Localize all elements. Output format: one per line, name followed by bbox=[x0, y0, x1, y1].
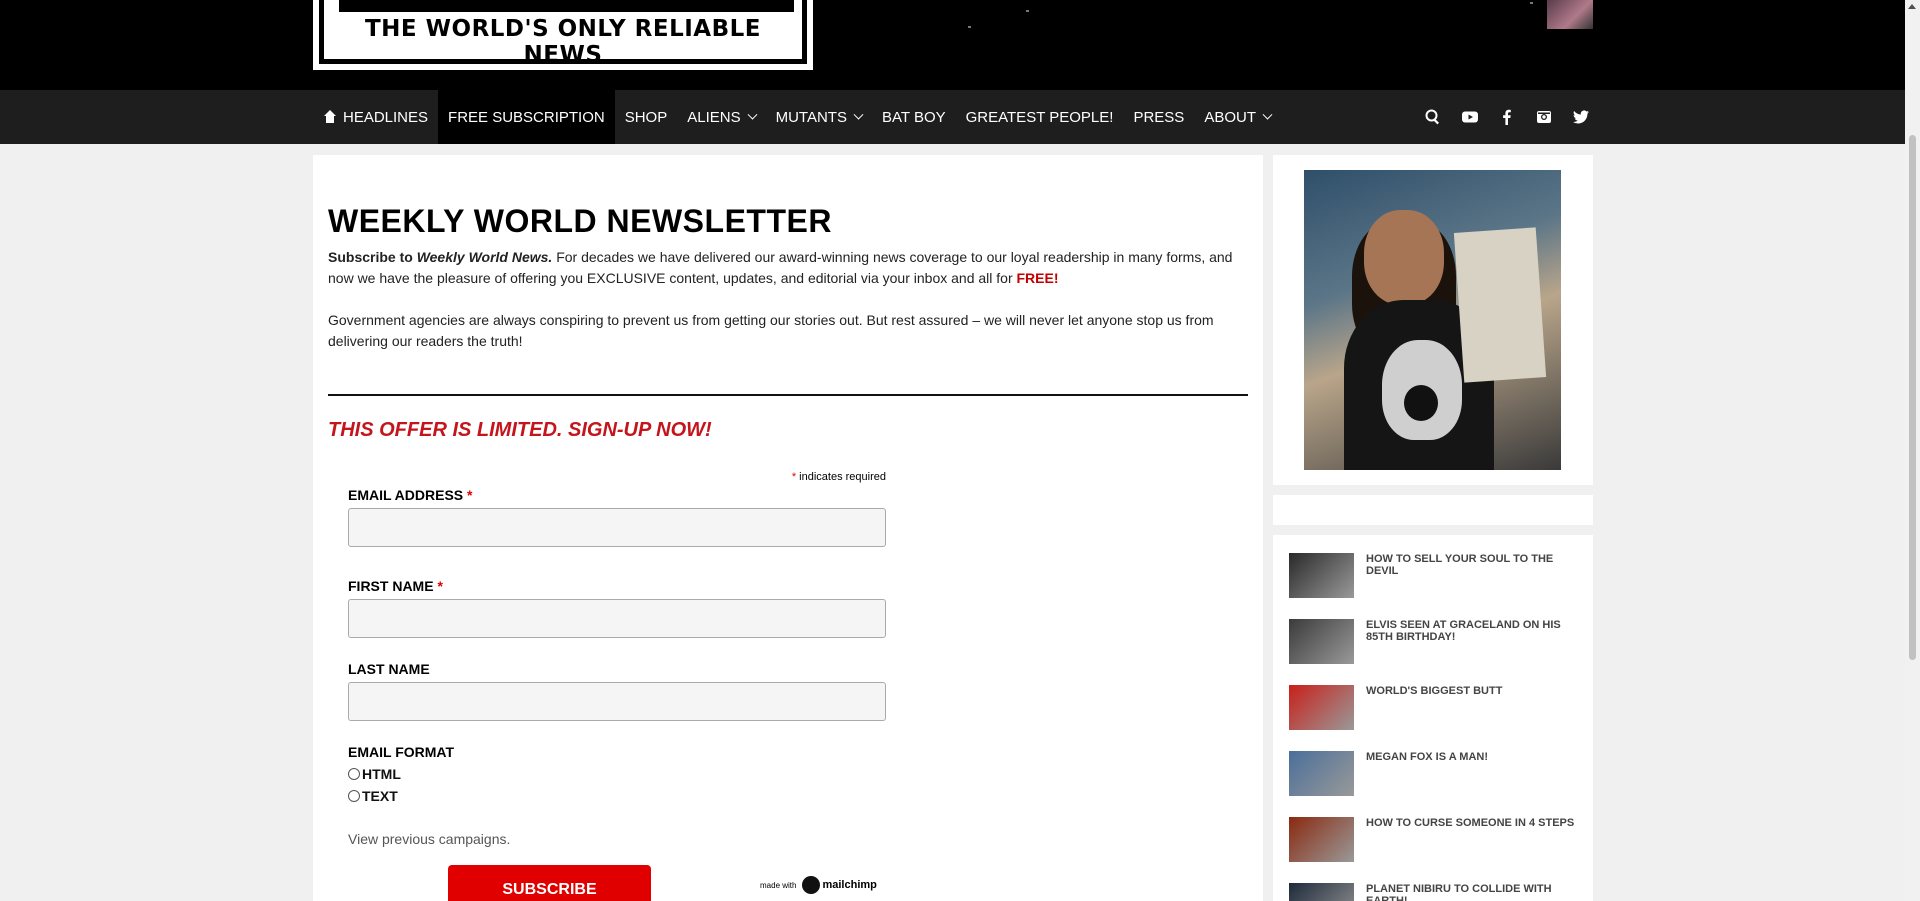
nav-item-label: ALIENS bbox=[687, 108, 741, 126]
free-highlight: FREE! bbox=[1016, 270, 1059, 286]
nav-item-label: MUTANTS bbox=[775, 108, 847, 126]
nav-item-about[interactable]: ABOUT bbox=[1194, 90, 1281, 144]
header-background-art bbox=[950, 0, 1550, 40]
chevron-down-icon bbox=[747, 109, 758, 120]
radio-html[interactable] bbox=[348, 768, 360, 780]
nav-menu: HEADLINES FREE SUBSCRIPTION SHOP ALIENS MUTA… bbox=[313, 90, 1281, 144]
nav-item-label: GREATEST PEOPLE! bbox=[965, 108, 1114, 126]
intro-paragraph-1: Subscribe to Weekly World News. For deca… bbox=[328, 247, 1248, 289]
intro-text: Subscribe to Weekly World News. For deca… bbox=[328, 247, 1248, 352]
previous-campaigns-link[interactable]: View previous campaigns. bbox=[348, 831, 510, 847]
headline-item[interactable]: PLANET NIBIRU TO COLLIDE WITH EARTH! bbox=[1289, 883, 1589, 901]
sidebar-spacer-box bbox=[1273, 495, 1593, 525]
headline-item[interactable]: HOW TO CURSE SOMEONE IN 4 STEPS bbox=[1289, 817, 1589, 867]
format-option-text[interactable]: TEXT bbox=[348, 788, 398, 804]
format-option-html[interactable]: HTML bbox=[348, 766, 401, 782]
chevron-down-icon bbox=[853, 109, 864, 120]
first-name-label: FIRST NAME * bbox=[348, 578, 443, 594]
nav-item-free-subscription[interactable]: FREE SUBSCRIPTION bbox=[438, 90, 615, 144]
headline-thumbnail[interactable] bbox=[1289, 883, 1354, 901]
sidebar-headlines: HOW TO SELL YOUR SOUL TO THE DEVIL ELVIS … bbox=[1273, 535, 1593, 901]
nav-item-label: FREE SUBSCRIPTION bbox=[448, 108, 605, 126]
first-name-input[interactable] bbox=[348, 599, 886, 638]
section-divider bbox=[328, 394, 1248, 396]
nav-item-press[interactable]: PRESS bbox=[1123, 90, 1194, 144]
intro-paragraph-2: Government agencies are always conspirin… bbox=[328, 312, 1214, 349]
main-navigation: HEADLINES FREE SUBSCRIPTION SHOP ALIENS MUTA… bbox=[0, 90, 1905, 144]
headline-title[interactable]: PLANET NIBIRU TO COLLIDE WITH EARTH! bbox=[1366, 883, 1586, 901]
twitter-icon[interactable] bbox=[1562, 90, 1599, 144]
mailchimp-badge[interactable]: made with mailchimp bbox=[760, 876, 877, 894]
site-header: THE WORLD'S ONLY RELIABLE NEWS bbox=[0, 0, 1905, 90]
nav-item-label: PRESS bbox=[1133, 108, 1185, 126]
last-name-input[interactable] bbox=[348, 682, 886, 721]
headline-thumbnail[interactable] bbox=[1289, 553, 1354, 598]
search-icon[interactable] bbox=[1414, 90, 1451, 144]
publication-name: Weekly World News. bbox=[416, 249, 553, 265]
mailchimp-icon bbox=[802, 876, 821, 894]
chevron-down-icon bbox=[1262, 109, 1273, 120]
headline-thumbnail[interactable] bbox=[1289, 751, 1354, 796]
offer-heading: THIS OFFER IS LIMITED. SIGN-UP NOW! bbox=[328, 419, 712, 441]
headline-thumbnail[interactable] bbox=[1289, 619, 1354, 664]
last-name-label: LAST NAME bbox=[348, 661, 430, 677]
headline-title[interactable]: ELVIS SEEN AT GRACELAND ON HIS 85th BIRT… bbox=[1366, 619, 1586, 643]
newspaper-image bbox=[1453, 227, 1547, 383]
email-format-label: EMAIL FORMAT bbox=[348, 744, 455, 760]
page-scrollbar[interactable] bbox=[1905, 0, 1920, 901]
site-logo[interactable]: THE WORLD'S ONLY RELIABLE NEWS bbox=[313, 0, 813, 70]
nav-item-mutants[interactable]: MUTANTS bbox=[766, 90, 872, 144]
nav-item-label: HEADLINES bbox=[343, 108, 429, 126]
email-label: EMAIL ADDRESS * bbox=[348, 487, 473, 503]
nav-item-label: ABOUT bbox=[1204, 108, 1256, 126]
logo-frame: THE WORLD'S ONLY RELIABLE NEWS bbox=[319, 0, 807, 68]
nav-item-greatest-people[interactable]: GREATEST PEOPLE! bbox=[956, 90, 1124, 144]
headline-title[interactable]: WORLD'S BIGGEST BUTT bbox=[1366, 685, 1586, 697]
scroll-up-arrow-icon[interactable] bbox=[1908, 4, 1916, 9]
subscribe-button[interactable]: SUBSCRIBE bbox=[448, 865, 651, 901]
radio-text[interactable] bbox=[348, 790, 360, 802]
required-note: * indicates required bbox=[791, 471, 886, 483]
logo-masthead-band bbox=[339, 0, 794, 12]
page-title: WEEKLY WORLD NEWSLETTER bbox=[328, 203, 832, 239]
nav-social-icons bbox=[1414, 90, 1599, 144]
headline-item[interactable]: ELVIS SEEN AT GRACELAND ON HIS 85th BIRT… bbox=[1289, 619, 1589, 669]
intro-lead: Subscribe to bbox=[328, 249, 417, 265]
nav-item-aliens[interactable]: ALIENS bbox=[677, 90, 765, 144]
logo-tagline: THE WORLD'S ONLY RELIABLE NEWS bbox=[364, 16, 762, 68]
headline-title[interactable]: MEGAN FOX IS A MAN! bbox=[1366, 751, 1586, 763]
headline-thumbnail[interactable] bbox=[1289, 817, 1354, 862]
nav-item-shop[interactable]: SHOP bbox=[615, 90, 678, 144]
sidebar-promo-box bbox=[1273, 155, 1593, 485]
header-ad-image[interactable] bbox=[1547, 0, 1593, 29]
youtube-icon[interactable] bbox=[1451, 90, 1488, 144]
headline-item[interactable]: WORLD'S BIGGEST BUTT bbox=[1289, 685, 1589, 735]
headline-title[interactable]: HOW TO SELL YOUR SOUL TO THE DEVIL bbox=[1366, 553, 1586, 577]
nav-item-headlines[interactable]: HEADLINES bbox=[313, 90, 438, 144]
nav-item-label: SHOP bbox=[624, 108, 668, 126]
nav-item-bat-boy[interactable]: BAT BOY bbox=[872, 90, 956, 144]
bat-boy-promo-image[interactable] bbox=[1304, 170, 1561, 470]
main-content: WEEKLY WORLD NEWSLETTER Subscribe to Wee… bbox=[313, 155, 1263, 901]
instagram-icon[interactable] bbox=[1525, 90, 1562, 144]
headline-item[interactable]: HOW TO SELL YOUR SOUL TO THE DEVIL bbox=[1289, 553, 1589, 603]
facebook-icon[interactable] bbox=[1488, 90, 1525, 144]
headline-thumbnail[interactable] bbox=[1289, 685, 1354, 730]
nav-item-label: BAT BOY bbox=[881, 108, 946, 126]
scrollbar-thumb[interactable] bbox=[1909, 135, 1916, 660]
headline-title[interactable]: HOW TO CURSE SOMEONE IN 4 STEPS bbox=[1366, 817, 1586, 829]
email-input[interactable] bbox=[348, 508, 886, 547]
home-icon bbox=[323, 110, 337, 124]
headline-item[interactable]: MEGAN FOX IS A MAN! bbox=[1289, 751, 1589, 801]
